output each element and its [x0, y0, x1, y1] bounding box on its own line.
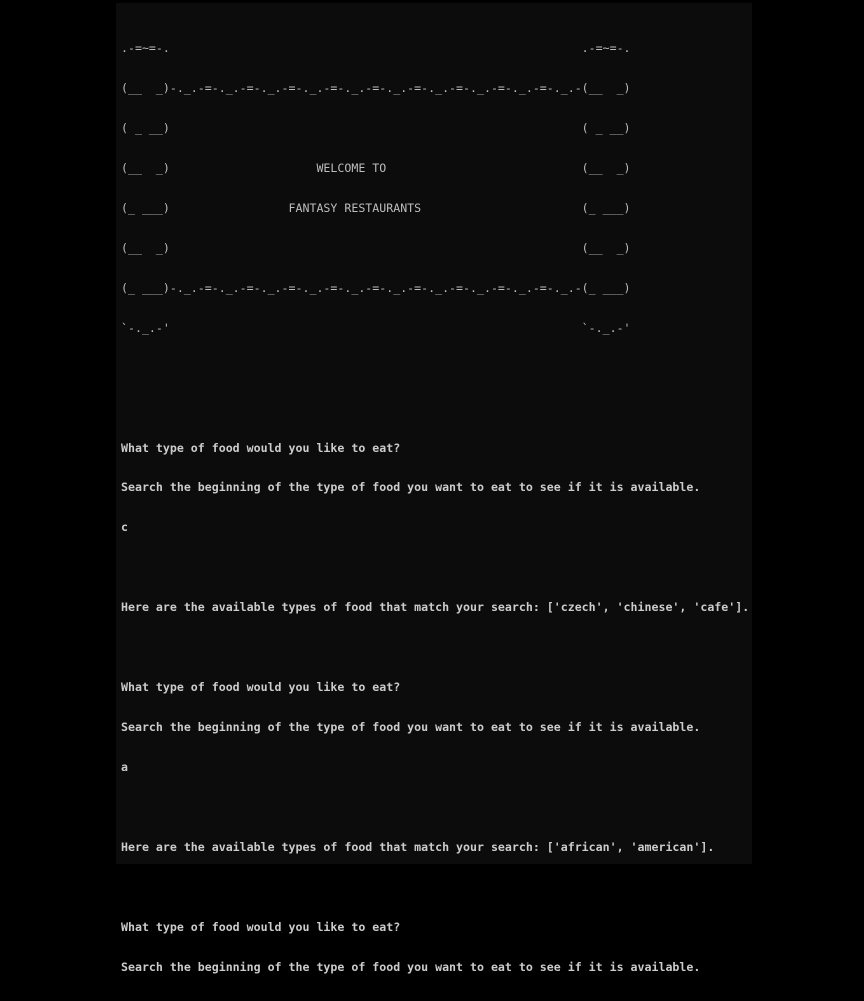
user-input: c	[121, 520, 128, 535]
prompt-question: What type of food would you like to eat?	[121, 920, 401, 935]
prompt-instruction: Search the beginning of the type of food…	[121, 480, 701, 495]
terminal-output: .-=~=-. .-=~=-. (__ _)-._.-=-._.-=-._.-=…	[121, 15, 749, 1001]
search-result: Here are the available types of food tha…	[121, 840, 715, 855]
banner-line: (__ _) (__ _)	[121, 240, 631, 255]
banner-line: `-._.-' `-._.-'	[121, 320, 631, 335]
banner-line: ( _ __) ( _ __)	[121, 120, 631, 135]
banner-title-line: (_ ___) FANTASY RESTAURANTS (_ ___)	[121, 200, 631, 215]
prompt-instruction: Search the beginning of the type of food…	[121, 720, 701, 735]
banner-line: (_ ___)-._.-=-._.-=-._.-=-._.-=-._.-=-._…	[121, 280, 631, 295]
terminal-window[interactable]: .-=~=-. .-=~=-. (__ _)-._.-=-._.-=-._.-=…	[116, 3, 752, 974]
prompt-question: What type of food would you like to eat?	[121, 680, 401, 695]
prompt-question: What type of food would you like to eat?	[121, 440, 401, 455]
user-input: a	[121, 760, 128, 775]
search-result: Here are the available types of food tha…	[121, 600, 750, 615]
banner-title-line: (__ _) WELCOME TO (__ _)	[121, 160, 631, 175]
prompt-instruction: Search the beginning of the type of food…	[121, 960, 701, 975]
banner-line: .-=~=-. .-=~=-.	[121, 40, 631, 55]
banner-line: (__ _)-._.-=-._.-=-._.-=-._.-=-._.-=-._.…	[121, 80, 631, 95]
